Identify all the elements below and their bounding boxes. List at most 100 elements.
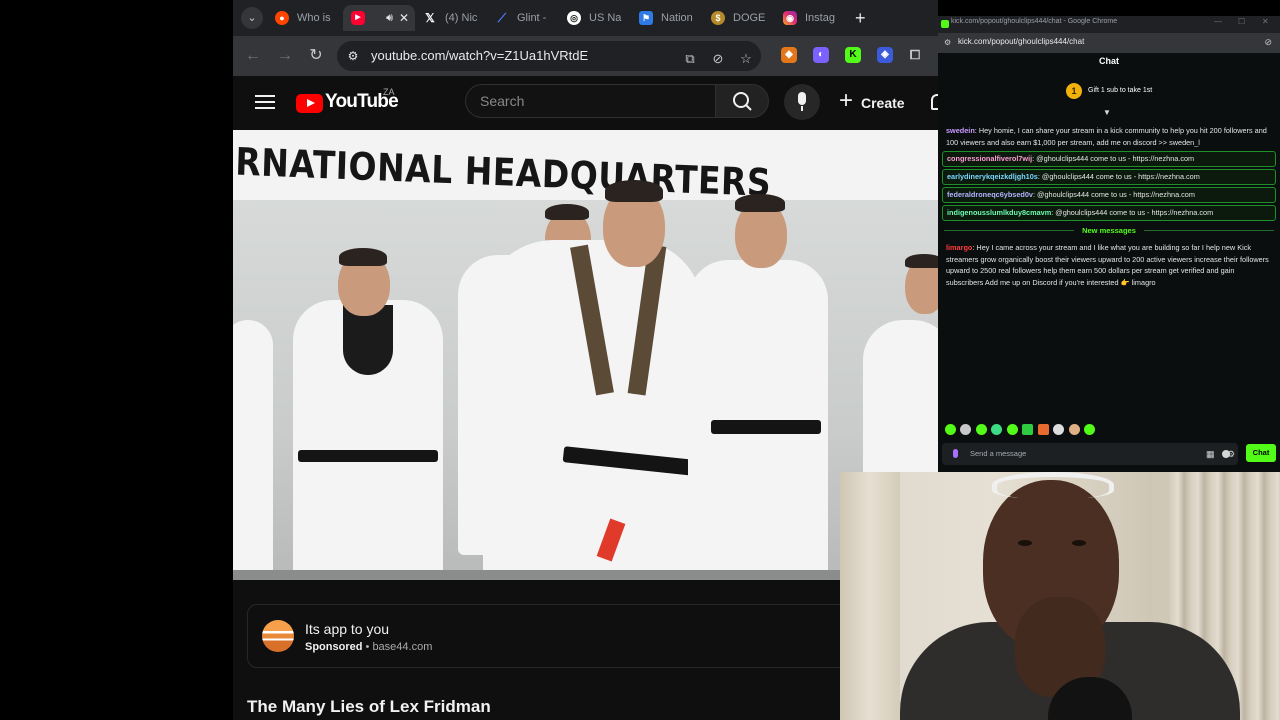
main-browser-window: ⌄ ● Who is ▶ 🔊︎ ✕ 𝕏 (4) Nic ⟋ Glint - ◎ …: [233, 0, 938, 720]
tab-search-button[interactable]: ⌄: [241, 7, 263, 29]
create-button[interactable]: Create: [837, 87, 905, 117]
emote-icon[interactable]: [1084, 424, 1095, 435]
curtain-left: [840, 472, 900, 720]
chat-message-highlighted: indigenousslumlkduy8cmavm: @ghoulclips44…: [942, 205, 1276, 221]
country-code: ZA: [383, 87, 395, 97]
chat-text: @ghoulclips444 come to us - https://nezh…: [1055, 208, 1214, 217]
emote-icon[interactable]: [1007, 424, 1018, 435]
chat-username[interactable]: limargo: [946, 243, 972, 252]
microphone-icon: [798, 92, 806, 105]
speaker-icon[interactable]: 🔊︎: [386, 5, 393, 31]
chat-username[interactable]: congressionalfiverol7wij: [947, 154, 1032, 163]
gift-text: Gift 1 sub to take 1st: [1088, 87, 1153, 94]
gift-coin-icon: 1: [1066, 83, 1082, 99]
tab-label: DOGE: [733, 12, 766, 24]
video-title: The Many Lies of Lex Fridman: [247, 697, 491, 716]
ad-meta: Sponsored • base44.com: [305, 641, 432, 653]
hide-eye-icon[interactable]: ⊘: [709, 50, 727, 68]
video-player[interactable]: ERNATIONAL HEADQUARTERS: [233, 130, 938, 580]
notifications-bell-icon[interactable]: [931, 94, 938, 110]
tab-x[interactable]: 𝕏 (4) Nic: [415, 5, 487, 31]
streamer-eye: [1018, 540, 1032, 546]
emote-icon[interactable]: [976, 424, 987, 435]
tab-us-na[interactable]: ◎ US Na: [559, 5, 631, 31]
send-chat-button[interactable]: Chat: [1246, 444, 1276, 462]
emote-icon[interactable]: [945, 424, 956, 435]
youtube-masthead: YouTube ZA Search Create: [233, 76, 938, 130]
settings-gear-icon[interactable]: ⚙: [1227, 449, 1235, 460]
ad-domain: base44.com: [372, 641, 433, 653]
kick-extension-icon[interactable]: K: [845, 47, 861, 63]
webcam-overlay: [840, 472, 1280, 720]
chat-username[interactable]: swedein: [946, 126, 975, 135]
new-tab-button[interactable]: +: [855, 6, 866, 30]
sponsored-ad-card[interactable]: Its app to you Sponsored • base44.com: [247, 604, 867, 668]
tab-glint[interactable]: ⟋ Glint -: [487, 5, 559, 31]
maximize-icon[interactable]: ☐: [1238, 17, 1245, 26]
tab-label: Instag: [805, 12, 835, 24]
forward-button[interactable]: →: [273, 44, 297, 68]
tab-label: Who is: [297, 12, 331, 24]
tab-nation[interactable]: ⚑ Nation: [631, 5, 703, 31]
tab-youtube-active[interactable]: ▶ 🔊︎ ✕: [343, 5, 415, 31]
ad-title[interactable]: Its app to you: [305, 621, 389, 637]
chat-username[interactable]: indigenousslumlkduy8cmavm: [947, 208, 1051, 217]
gym-banner: ERNATIONAL HEADQUARTERS: [233, 130, 938, 205]
chat-message: limargo: Hey I came across your stream a…: [946, 243, 1269, 287]
tab-label: (4) Nic: [445, 12, 478, 24]
divider: [1144, 230, 1274, 231]
site-info-icon[interactable]: ⚙: [944, 38, 951, 47]
tab-label: US Na: [589, 12, 622, 24]
popout-url: kick.com/popout/ghoulclips444/chat: [958, 37, 1085, 46]
chat-username[interactable]: federaldroneqc6ybsed0v: [947, 190, 1033, 199]
chat-message-highlighted: earlydinerykqeizkdljgh10s: @ghoulclips44…: [942, 169, 1276, 185]
emote-icon[interactable]: [1022, 424, 1033, 435]
youtube-logo-icon[interactable]: [296, 94, 323, 113]
search-placeholder: Search: [480, 93, 525, 109]
below-video-area: Its app to you Sponsored • base44.com Th…: [233, 580, 938, 720]
gift-box-icon[interactable]: ▦: [1206, 449, 1215, 460]
search-button[interactable]: [715, 84, 769, 118]
chat-message-input[interactable]: Send a message: [942, 443, 1238, 465]
hide-eye-icon[interactable]: ⊘: [1264, 37, 1272, 48]
search-icon: [733, 92, 752, 111]
emote-icon[interactable]: [1038, 424, 1049, 435]
pinned-filter-icon[interactable]: ▼: [1103, 109, 1113, 117]
floor-strip: [233, 570, 938, 580]
emote-icon[interactable]: [1053, 424, 1064, 435]
globe-icon: ◎: [567, 11, 581, 25]
microphone-icon[interactable]: [953, 449, 958, 458]
gift-sub-banner[interactable]: 1 Gift 1 sub to take 1st: [1066, 83, 1152, 99]
streamer-eye: [1072, 540, 1086, 546]
glint-icon: ⟋: [497, 11, 507, 25]
site-info-icon[interactable]: ⚙: [345, 48, 361, 64]
close-window-icon[interactable]: ✕: [1262, 17, 1269, 26]
chat-username[interactable]: earlydinerykqeizkdljgh10s: [947, 172, 1038, 181]
metamask-extension-icon[interactable]: ◆: [781, 47, 797, 63]
emote-icon[interactable]: [991, 424, 1002, 435]
tab-reddit[interactable]: ● Who is: [267, 5, 343, 31]
instagram-icon: ◉: [783, 11, 797, 25]
search-input[interactable]: Search: [465, 84, 715, 118]
doge-coin-icon: $: [711, 11, 725, 25]
tab-instagram[interactable]: ◉ Instag: [775, 5, 847, 31]
minimize-icon[interactable]: —: [1214, 17, 1222, 26]
tab-strip: ⌄ ● Who is ▶ 🔊︎ ✕ 𝕏 (4) Nic ⟋ Glint - ◎ …: [233, 0, 938, 36]
extensions-puzzle-icon[interactable]: ⧠: [907, 47, 923, 63]
youtube-icon: ▶: [351, 11, 365, 25]
reload-button[interactable]: ↻: [304, 44, 328, 68]
shield-extension-icon[interactable]: ◈: [877, 47, 893, 63]
hamburger-menu-icon[interactable]: [255, 91, 275, 115]
emote-icon[interactable]: [1069, 424, 1080, 435]
emote-icon[interactable]: [960, 424, 971, 435]
voice-search-button[interactable]: [784, 84, 820, 120]
tab-doge[interactable]: $ DOGE: [703, 5, 775, 31]
base44-logo-icon: [262, 620, 294, 652]
address-bar[interactable]: ⚙ youtube.com/watch?v=Z1Ua1hVRtdE ⧉ ⊘ ☆: [337, 41, 761, 71]
close-tab-icon[interactable]: ✕: [399, 5, 409, 31]
back-button[interactable]: ←: [241, 44, 265, 68]
discord-extension-icon[interactable]: ◐: [813, 47, 829, 63]
bookmark-star-icon[interactable]: ☆: [737, 50, 755, 68]
install-app-icon[interactable]: ⧉: [681, 50, 699, 68]
tab-label: Glint -: [517, 12, 547, 24]
